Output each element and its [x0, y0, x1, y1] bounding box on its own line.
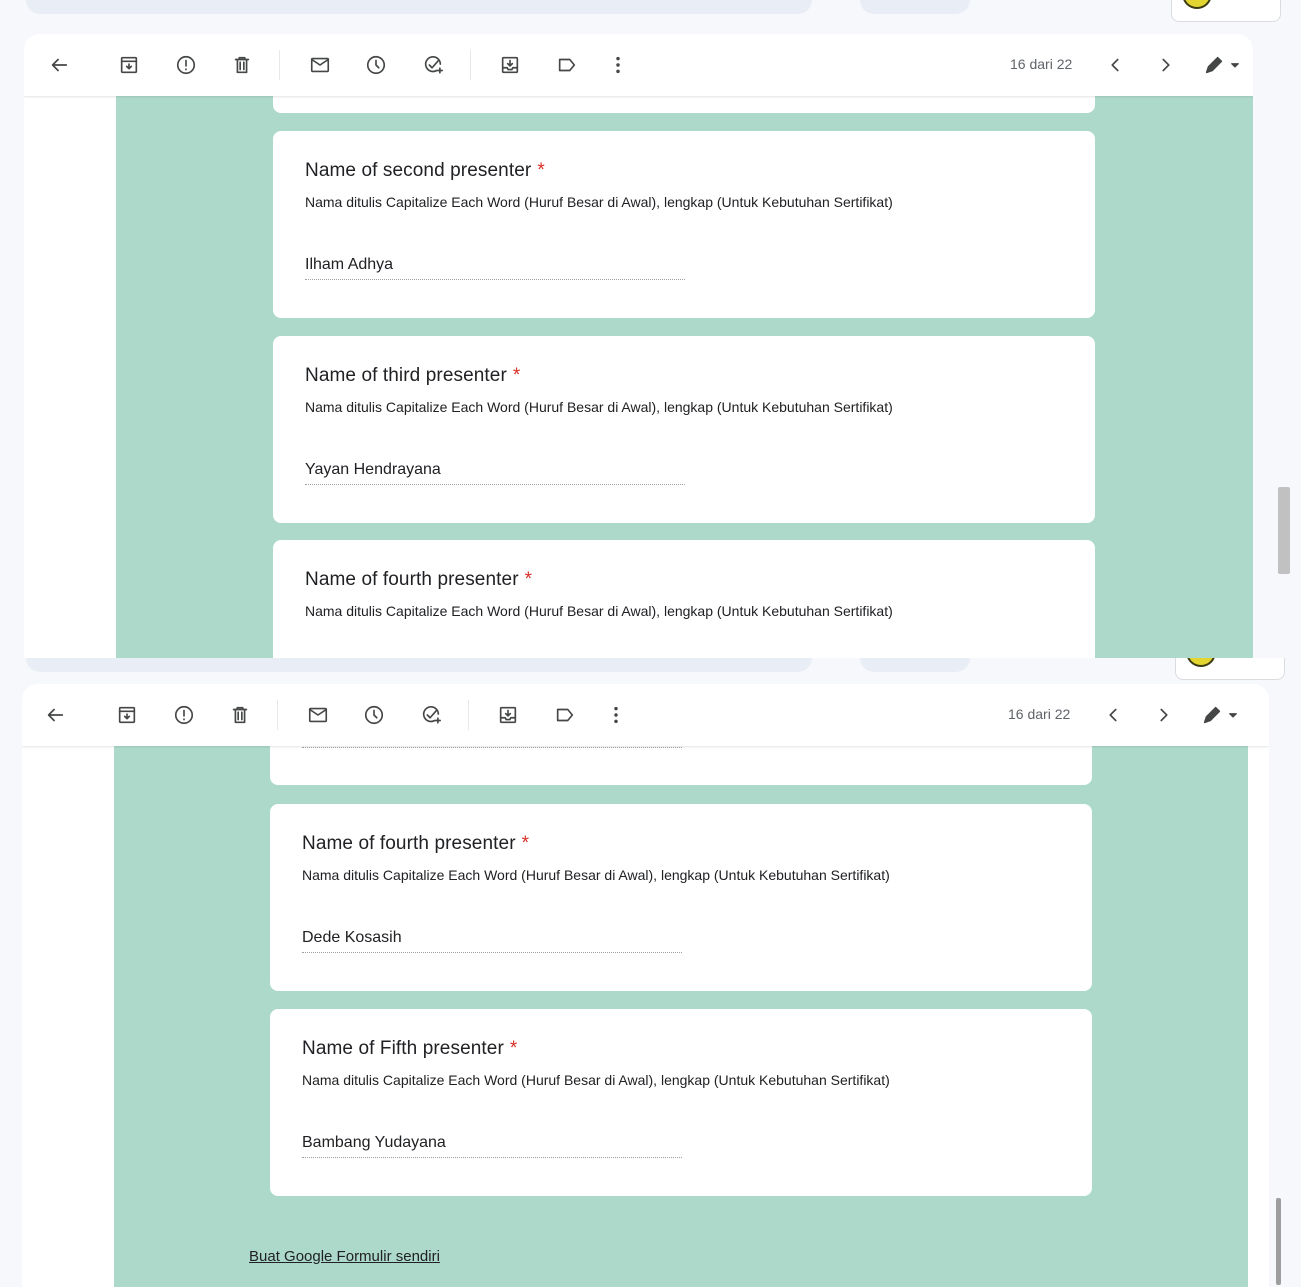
- account-chip[interactable]: [1175, 658, 1285, 680]
- back-arrow-icon[interactable]: [42, 702, 68, 728]
- move-to-icon[interactable]: [495, 702, 521, 728]
- gmail-header-strip: [0, 658, 1301, 680]
- more-vert-icon[interactable]: [603, 702, 629, 728]
- mark-unread-icon[interactable]: [307, 52, 333, 78]
- toolbar-divider: [468, 700, 469, 730]
- gmail-header-strip: [0, 0, 1301, 22]
- question-help-text: Nama ditulis Capitalize Each Word (Huruf…: [305, 194, 893, 210]
- page-count: 16 dari 22: [1010, 56, 1073, 72]
- report-spam-icon[interactable]: [173, 52, 199, 78]
- account-avatar: [1182, 0, 1212, 9]
- edit-pen-icon[interactable]: [1201, 52, 1227, 78]
- search-bar-edge[interactable]: [26, 0, 812, 14]
- form-card-fourth-presenter: Name of fourth presenter * Nama ditulis C…: [273, 540, 1095, 658]
- message-panel: 16 dari 22 Name of fourth presenter * Nam…: [22, 684, 1269, 1287]
- label-icon[interactable]: [552, 702, 578, 728]
- archive-icon[interactable]: [116, 52, 142, 78]
- question-title: Name of fourth presenter *: [302, 833, 530, 854]
- page-count: 16 dari 22: [1008, 706, 1071, 722]
- snooze-icon[interactable]: [363, 52, 389, 78]
- next-icon[interactable]: [1153, 52, 1179, 78]
- create-own-form-link[interactable]: Buat Google Formulir sendiri: [249, 1248, 440, 1265]
- form-background: Name of second presenter * Nama ditulis C…: [116, 76, 1253, 658]
- account-avatar: [1186, 658, 1216, 667]
- more-vert-icon[interactable]: [605, 52, 631, 78]
- report-spam-icon[interactable]: [171, 702, 197, 728]
- required-asterisk: *: [512, 365, 521, 386]
- add-task-icon[interactable]: [420, 52, 446, 78]
- answer-underline: [305, 279, 685, 280]
- account-chip[interactable]: [1171, 0, 1281, 22]
- required-asterisk: *: [521, 833, 530, 854]
- answer-underline: [305, 484, 685, 485]
- question-help-text: Nama ditulis Capitalize Each Word (Huruf…: [302, 1072, 890, 1088]
- question-title: Name of fourth presenter *: [305, 569, 533, 590]
- answer-underline: [302, 747, 682, 748]
- message-toolbar: 16 dari 22: [24, 34, 1253, 96]
- answer-text: Yayan Hendrayana: [305, 461, 441, 478]
- search-bar-edge[interactable]: [26, 658, 812, 672]
- mark-unread-icon[interactable]: [305, 702, 331, 728]
- form-card-second-presenter: Name of second presenter * Nama ditulis C…: [273, 131, 1095, 318]
- edit-pen-icon[interactable]: [1199, 702, 1225, 728]
- toolbar-divider: [279, 50, 280, 80]
- form-card-fifth-presenter: Name of Fifth presenter * Nama ditulis Ca…: [270, 1009, 1092, 1196]
- required-asterisk: *: [524, 569, 533, 590]
- question-help-text: Nama ditulis Capitalize Each Word (Huruf…: [305, 399, 893, 415]
- archive-icon[interactable]: [114, 702, 140, 728]
- scrollbar-thumb[interactable]: [1276, 1198, 1281, 1285]
- question-title: Name of third presenter *: [305, 365, 521, 386]
- delete-icon[interactable]: [227, 702, 253, 728]
- answer-text: Ilham Adhya: [305, 256, 394, 273]
- search-filter-edge[interactable]: [860, 0, 970, 14]
- form-background: Name of fourth presenter * Nama ditulis C…: [114, 726, 1248, 1287]
- form-card-third-presenter: Name of third presenter * Nama ditulis Ca…: [273, 336, 1095, 523]
- toolbar-divider: [470, 50, 471, 80]
- question-title: Name of Fifth presenter *: [302, 1038, 518, 1059]
- answer-underline: [302, 952, 682, 953]
- scrollbar-thumb[interactable]: [1278, 487, 1290, 574]
- prev-icon[interactable]: [1102, 52, 1128, 78]
- delete-icon[interactable]: [229, 52, 255, 78]
- required-asterisk: *: [537, 160, 545, 181]
- required-asterisk: *: [509, 1038, 518, 1059]
- back-arrow-icon[interactable]: [46, 52, 72, 78]
- add-task-icon[interactable]: [418, 702, 444, 728]
- email-view-bottom: 16 dari 22 Name of fourth presenter * Nam…: [0, 658, 1301, 1287]
- toolbar-divider: [277, 700, 278, 730]
- question-help-text: Nama ditulis Capitalize Each Word (Huruf…: [302, 867, 890, 883]
- message-panel: 16 dari 22 Name of second presenter * Nam…: [24, 34, 1253, 658]
- answer-underline: [302, 1157, 682, 1158]
- dropdown-icon[interactable]: [1225, 702, 1241, 728]
- move-to-icon[interactable]: [497, 52, 523, 78]
- dropdown-icon[interactable]: [1227, 52, 1243, 78]
- answer-text: Bambang Yudayana: [302, 1134, 446, 1151]
- email-view-top: 16 dari 22 Name of second presenter * Nam…: [0, 0, 1301, 658]
- snooze-icon[interactable]: [361, 702, 387, 728]
- form-card-fourth-presenter: Name of fourth presenter * Nama ditulis C…: [270, 804, 1092, 991]
- question-title: Name of second presenter *: [305, 160, 545, 181]
- prev-icon[interactable]: [1100, 702, 1126, 728]
- answer-text: Dede Kosasih: [302, 929, 402, 946]
- question-help-text: Nama ditulis Capitalize Each Word (Huruf…: [305, 603, 893, 619]
- message-toolbar: 16 dari 22: [22, 684, 1269, 746]
- label-icon[interactable]: [554, 52, 580, 78]
- search-filter-edge[interactable]: [860, 658, 970, 672]
- next-icon[interactable]: [1151, 702, 1177, 728]
